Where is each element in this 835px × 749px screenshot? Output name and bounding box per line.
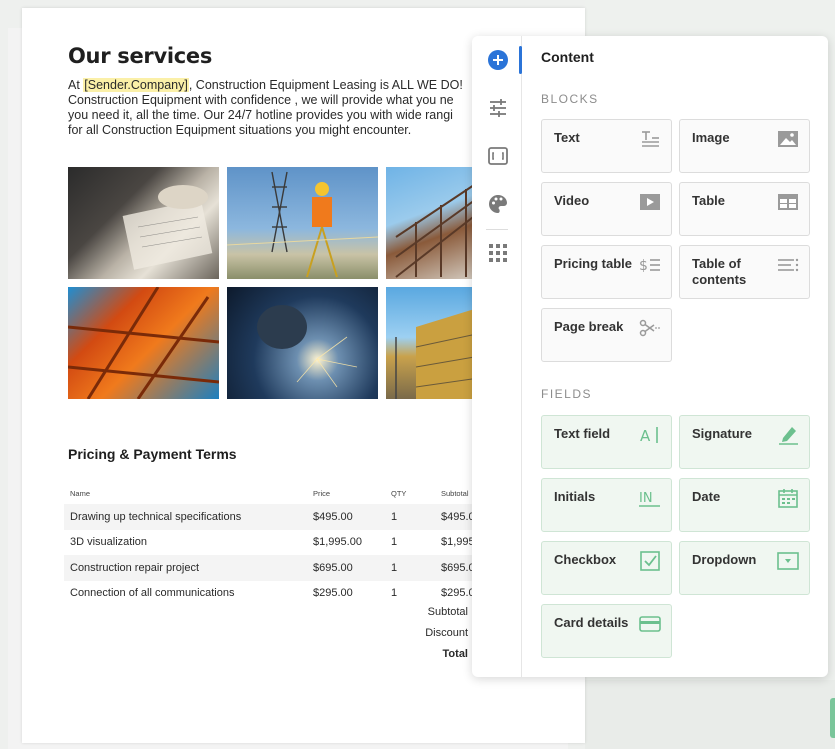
editor-background-lower [585, 680, 835, 749]
photo-modern-building[interactable] [386, 287, 486, 399]
block-text[interactable]: Text [541, 119, 672, 173]
column-header-price: Price [313, 488, 331, 498]
block-image[interactable]: Image [679, 119, 810, 173]
intro-line-2: Construction Equipment with confidence ,… [68, 93, 454, 107]
add-content-icon[interactable] [486, 48, 510, 72]
total-label: Total [442, 648, 468, 660]
fields-group-label: FIELDS [541, 387, 593, 401]
block-label: Image [692, 130, 730, 145]
palette-icon[interactable] [486, 192, 510, 216]
field-label: Dropdown [692, 552, 757, 567]
table-icon [777, 192, 799, 212]
table-row[interactable]: 3D visualization $1,995.00 1 $1,995 [64, 530, 484, 556]
pricing-table[interactable]: Name Price QTY Subtotal Drawing up techn… [64, 482, 484, 606]
credit-card-icon [639, 614, 661, 634]
page-break-icon [639, 318, 661, 338]
row-price: $295.00 [313, 587, 353, 600]
svg-text:IN: IN [639, 491, 653, 506]
row-name: Connection of all communications [70, 587, 235, 600]
field-card-details[interactable]: Card details [541, 604, 672, 658]
block-label: Pricing table [554, 256, 633, 271]
column-header-name: Name [70, 488, 91, 498]
initials-icon: IN [639, 488, 661, 508]
row-qty: 1 [385, 555, 435, 581]
block-page-break[interactable]: Page break [541, 308, 672, 362]
subtotal-label: Subtotal [427, 606, 468, 618]
apps-grid-icon[interactable] [486, 241, 510, 265]
intro-line-3: you need it, all the time. Our 24/7 hotl… [68, 108, 453, 122]
intro-text: At [68, 78, 84, 92]
table-header-row: Name Price QTY Subtotal [64, 482, 484, 504]
field-label: Date [692, 489, 721, 504]
field-label: Initials [554, 489, 596, 504]
text-field-icon: A [639, 425, 661, 445]
photo-surveyor[interactable] [227, 167, 378, 279]
photo-orange-steel-structure[interactable] [68, 287, 219, 399]
active-rail-indicator [519, 46, 522, 74]
field-text-field[interactable]: Text field A [541, 415, 672, 469]
table-row[interactable]: Construction repair project $695.00 1 $6… [64, 555, 484, 581]
field-initials[interactable]: Initials IN [541, 478, 672, 532]
field-dropdown[interactable]: Dropdown [679, 541, 810, 595]
field-label: Checkbox [554, 552, 617, 567]
intro-line-1: At [Sender.Company], Construction Equipm… [68, 78, 488, 93]
intro-line-4: for all Construction Equipment situation… [68, 123, 412, 137]
field-checkbox[interactable]: Checkbox [541, 541, 672, 595]
photo-blueprint-drawing[interactable] [68, 167, 219, 279]
block-label: Table [692, 193, 725, 208]
signature-icon [777, 425, 799, 445]
discount-label: Discount [425, 627, 468, 639]
panel-title: Content [541, 49, 594, 65]
photo-building-frame[interactable] [386, 167, 486, 279]
block-label: Table of contents [692, 256, 747, 287]
row-qty: 1 [385, 504, 435, 530]
row-qty: 1 [391, 536, 398, 549]
field-label: Text field [554, 426, 611, 441]
pricing-table-icon: $ [639, 255, 661, 275]
page-title[interactable]: Our services [68, 44, 212, 68]
field-label: Card details [554, 615, 629, 630]
photo-welder[interactable] [227, 287, 378, 399]
svg-text:$: $ [639, 258, 648, 274]
calendar-icon [777, 488, 799, 508]
field-date[interactable]: Date [679, 478, 810, 532]
block-label: Video [554, 193, 590, 208]
block-label: Page break [554, 319, 624, 334]
field-label: Signature [692, 426, 752, 441]
rail-divider [486, 229, 508, 230]
row-price: $1,995.00 [313, 536, 362, 549]
row-price: $695.00 [307, 555, 385, 581]
sender-company-variable[interactable]: [Sender.Company] [83, 78, 189, 92]
row-name: Drawing up technical specifications [64, 504, 307, 530]
panel-rail [472, 36, 522, 677]
text-block-icon [639, 129, 661, 149]
row-name: Construction repair project [64, 555, 307, 581]
column-header-qty: QTY [391, 488, 407, 498]
block-table-of-contents[interactable]: Table of contents [679, 245, 810, 299]
settings-sliders-icon[interactable] [486, 96, 510, 120]
video-icon [639, 192, 661, 212]
checkbox-icon [639, 551, 661, 571]
table-row[interactable]: Drawing up technical specifications $495… [64, 504, 484, 530]
intro-paragraph[interactable]: At [Sender.Company], Construction Equipm… [68, 78, 488, 138]
block-video[interactable]: Video [541, 182, 672, 236]
side-tab[interactable] [830, 698, 835, 738]
image-icon [777, 129, 799, 149]
intro-text: , Construction Equipment Leasing is ALL … [188, 78, 463, 92]
block-pricing-table[interactable]: Pricing table $ [541, 245, 672, 299]
row-price: $495.00 [307, 504, 385, 530]
block-label: Text [554, 130, 580, 145]
dropdown-icon [777, 551, 799, 571]
row-qty: 1 [391, 587, 398, 600]
block-table[interactable]: Table [679, 182, 810, 236]
pricing-section-title[interactable]: Pricing & Payment Terms [68, 446, 237, 462]
svg-text:A: A [640, 427, 651, 445]
row-name: 3D visualization [70, 536, 148, 549]
table-row[interactable]: Connection of all communications $295.00… [64, 581, 484, 607]
variables-icon[interactable] [486, 144, 510, 168]
blocks-group-label: BLOCKS [541, 92, 599, 106]
content-panel: Content BLOCKS Text Image Video Table Pr… [472, 36, 828, 677]
table-of-contents-icon [777, 255, 799, 275]
field-signature[interactable]: Signature [679, 415, 810, 469]
